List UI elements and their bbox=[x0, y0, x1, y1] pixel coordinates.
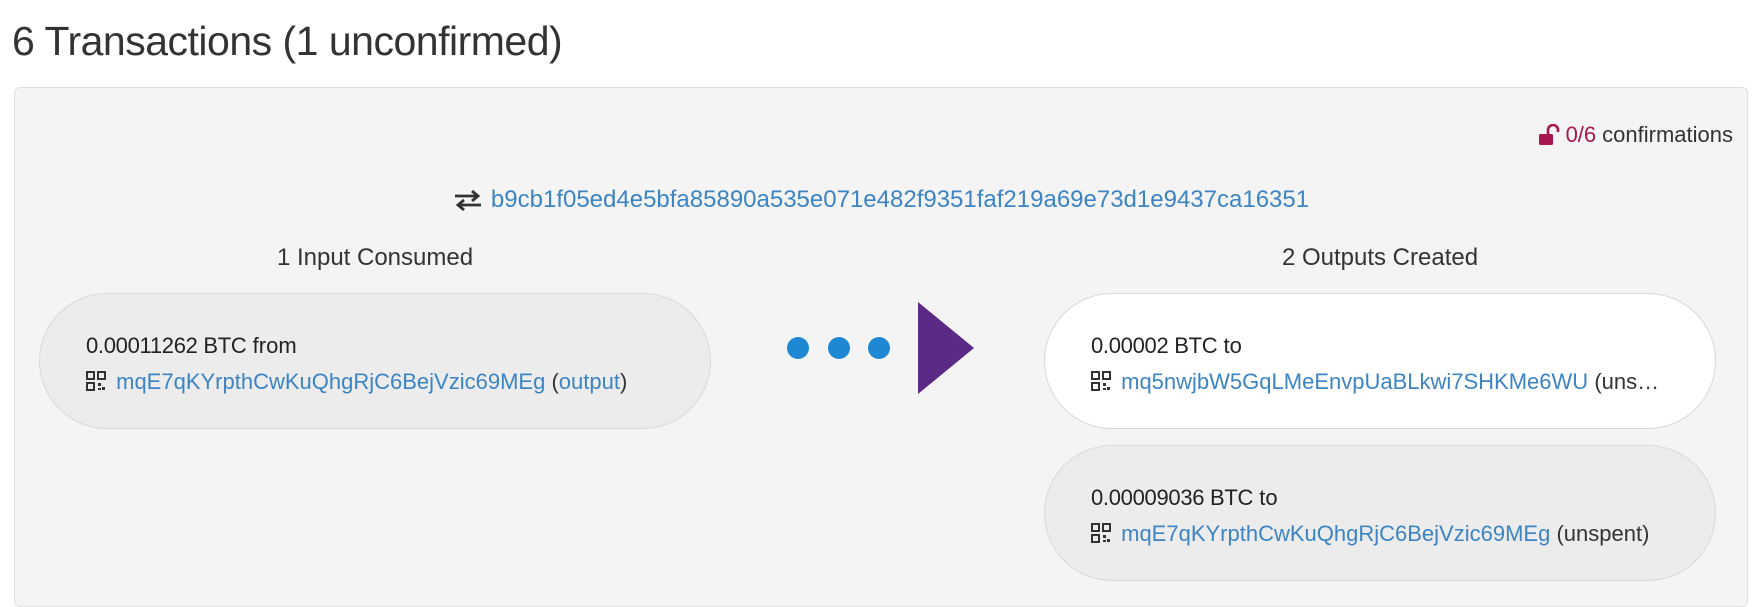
output-address-link[interactable]: mq5nwjbW5GqLMeEnvpUaBLkwi7SHKMe6WU bbox=[1121, 369, 1588, 394]
output-amount: 0.00002 BTC bbox=[1091, 333, 1218, 358]
output-direction: to bbox=[1223, 333, 1242, 358]
input-amount: 0.00011262 BTC bbox=[86, 333, 247, 358]
txid-link[interactable]: b9cb1f05ed4e5bfa85890a535e071e482f9351fa… bbox=[491, 186, 1309, 214]
input-address-link[interactable]: mqE7qKYrpthCwKuQhgRjC6BejVzic69MEg bbox=[116, 369, 545, 394]
output-address-line: mqE7qKYrpthCwKuQhgRjC6BejVzic69MEg (unsp… bbox=[1091, 516, 1681, 552]
dots-arrow-icon bbox=[787, 302, 974, 394]
output-amount: 0.00009036 BTC bbox=[1091, 485, 1254, 510]
output-direction: to bbox=[1259, 485, 1278, 510]
output-status: (unspent) bbox=[1556, 521, 1650, 546]
output-item: 0.00002 BTC to mq5nwjbW5GqLMeEnvpUaBLkwi… bbox=[1044, 293, 1716, 429]
input-item: 0.00011262 BTC from mqE7qKYrpthCwKuQhgRj… bbox=[39, 293, 711, 429]
inputs-title: 1 Input Consumed bbox=[276, 244, 474, 271]
outputs-title: 2 Outputs Created bbox=[1281, 244, 1479, 271]
output-amount-line: 0.00002 BTC to bbox=[1091, 328, 1715, 364]
status-open-paren: ( bbox=[551, 369, 559, 394]
input-direction: from bbox=[252, 333, 297, 358]
input-address-line: mqE7qKYrpthCwKuQhgRjC6BejVzic69MEg (outp… bbox=[86, 364, 676, 400]
input-amount-line: 0.00011262 BTC from bbox=[86, 328, 710, 364]
exchange-arrows-icon bbox=[454, 189, 481, 212]
confirmations-count: 0/6 bbox=[1565, 122, 1597, 147]
qr-code-icon[interactable] bbox=[1091, 523, 1111, 543]
confirmations-status: 0/6 confirmations bbox=[1538, 122, 1733, 148]
output-address-link[interactable]: mqE7qKYrpthCwKuQhgRjC6BejVzic69MEg bbox=[1121, 521, 1550, 546]
status-close-paren: ) bbox=[619, 369, 628, 394]
transaction-card: 0/6 confirmations b9cb1f05ed4e5bfa85890a… bbox=[14, 87, 1748, 607]
input-output-link[interactable]: output bbox=[559, 369, 620, 394]
output-item: 0.00009036 BTC to mqE7qKYrpthCwKuQhgRjC6… bbox=[1044, 445, 1716, 581]
qr-code-icon[interactable] bbox=[86, 371, 106, 391]
confirmations-label: confirmations bbox=[1602, 122, 1733, 147]
unlock-icon bbox=[1538, 124, 1559, 145]
output-amount-line: 0.00009036 BTC to bbox=[1091, 480, 1715, 516]
txid-row: b9cb1f05ed4e5bfa85890a535e071e482f9351fa… bbox=[15, 186, 1747, 214]
qr-code-icon[interactable] bbox=[1091, 371, 1111, 391]
output-address-line: mq5nwjbW5GqLMeEnvpUaBLkwi7SHKMe6WU (uns… bbox=[1091, 364, 1681, 400]
page-title: 6 Transactions (1 unconfirmed) bbox=[12, 18, 563, 64]
output-status: (uns… bbox=[1594, 369, 1660, 394]
